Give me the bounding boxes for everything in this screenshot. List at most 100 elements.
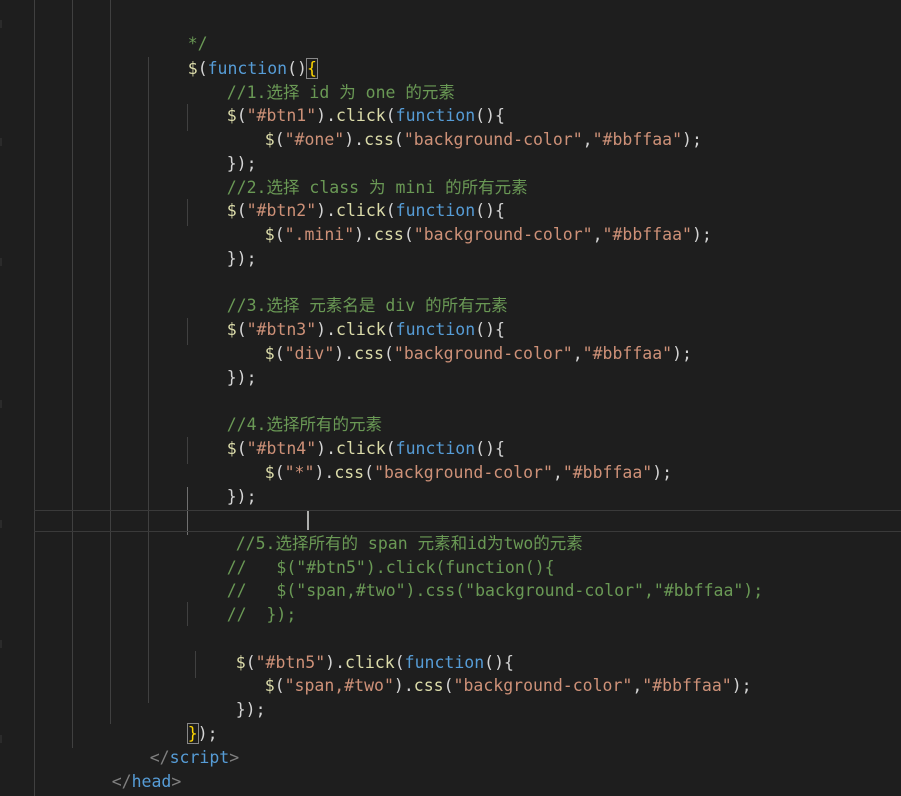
code-line[interactable]: //3.选择 元素名是 div 的所有元素 <box>187 271 508 315</box>
string-token: "background-color" <box>374 463 553 482</box>
punct-token: ( <box>274 225 285 244</box>
string-token: "background-color" <box>413 225 593 244</box>
gutter-marker <box>0 640 2 648</box>
code-line[interactable]: $(function(){ <box>148 34 318 79</box>
code-line[interactable]: $(".mini").css("background-color","#bbff… <box>225 200 712 244</box>
indent-guide <box>72 0 73 748</box>
gutter-marker <box>0 258 2 266</box>
code-line[interactable]: //2.选择 class 为 mini 的所有元素 <box>187 153 528 197</box>
gutter-marker <box>0 400 2 408</box>
code-line[interactable]: // }); <box>187 580 297 624</box>
code-line[interactable]: $("#btn4").click(function(){ <box>187 414 505 458</box>
punct-token: ). <box>314 463 335 482</box>
tag-bracket-token: > <box>229 748 240 767</box>
string-token: "background-color" <box>393 344 573 363</box>
punct-token: ( <box>393 130 404 149</box>
indent-guide <box>110 0 111 724</box>
punct-token: ); <box>731 676 752 695</box>
code-line[interactable]: </head> <box>72 747 182 791</box>
code-line[interactable]: $("div").css("background-color","#bbffaa… <box>225 319 692 363</box>
string-token: "background-color" <box>453 676 633 695</box>
punct-token: }); <box>226 368 257 387</box>
string-token: "#bbffaa" <box>562 463 653 482</box>
gutter-marker <box>0 735 2 743</box>
string-token: ".mini" <box>284 225 355 244</box>
code-line[interactable]: // $("#btn5").click(function(){ <box>187 533 555 577</box>
punct-token: ). <box>393 676 414 695</box>
code-line[interactable]: // $("span,#two").css("background-color"… <box>187 556 763 600</box>
punct-token: ). <box>354 225 375 244</box>
code-line[interactable]: $("span,#two").css("background-color","#… <box>225 651 752 695</box>
punct-token: ( <box>274 676 285 695</box>
code-line[interactable]: <body> <box>72 770 172 796</box>
comment-token: // $("span,#two").css("background-color"… <box>226 581 764 600</box>
gutter-marker <box>0 520 2 528</box>
code-line[interactable]: }); <box>187 129 257 173</box>
method-token: css <box>354 344 384 363</box>
punct-token: , <box>572 344 583 363</box>
method-token: css <box>364 130 394 149</box>
string-token: "*" <box>284 463 315 482</box>
code-line[interactable]: $("#btn1").click(function(){ <box>187 81 505 125</box>
punct-token: , <box>552 463 563 482</box>
punct-token: ( <box>274 344 285 363</box>
code-editor[interactable]: */ $(function(){ //1.选择 id 为 one 的元素 $("… <box>0 0 901 796</box>
code-line[interactable]: }); <box>148 699 218 744</box>
code-line-current[interactable]: //5.选择所有的 span 元素和id为two的元素 <box>196 509 583 553</box>
punct-token: ); <box>672 344 692 363</box>
string-token: "span,#two" <box>284 676 394 695</box>
jquery-token: $ <box>264 130 275 149</box>
indent-guide <box>148 57 149 703</box>
string-token: "#one" <box>284 130 345 149</box>
jquery-token: $ <box>264 344 275 363</box>
method-token: css <box>413 676 444 695</box>
punct-token: ( <box>403 225 414 244</box>
punct-token: ( <box>383 344 394 363</box>
code-line[interactable]: $("#btn2").click(function(){ <box>187 176 505 220</box>
punct-token: ( <box>364 463 375 482</box>
method-token: css <box>334 463 365 482</box>
jquery-token: $ <box>264 463 275 482</box>
code-line[interactable]: </script> <box>110 723 239 767</box>
punct-token: ( <box>274 130 285 149</box>
code-line[interactable]: //4.选择所有的元素 <box>187 390 382 434</box>
code-line[interactable]: }); <box>187 462 257 506</box>
punct-token: ). <box>344 130 365 149</box>
code-line[interactable]: $("*").css("background-color","#bbffaa")… <box>225 438 672 482</box>
jquery-token: $ <box>264 225 275 244</box>
string-token: "#bbffaa" <box>592 130 683 149</box>
punct-token: , <box>582 130 593 149</box>
indent-guide <box>34 0 35 796</box>
punct-token: , <box>592 225 603 244</box>
text-cursor <box>307 511 309 530</box>
comment-token: // }); <box>226 605 297 624</box>
punct-token: ( <box>274 463 285 482</box>
punct-token: , <box>632 676 643 695</box>
code-line[interactable]: }); <box>187 224 257 268</box>
punct-token: ). <box>334 344 355 363</box>
code-line[interactable]: $("#one").css("background-color","#bbffa… <box>225 105 702 149</box>
editor-gutter <box>0 0 10 796</box>
code-line[interactable]: $("#btn5").click(function(){ <box>196 628 514 672</box>
string-token: "#bbffaa" <box>642 676 732 695</box>
code-line[interactable]: //1.选择 id 为 one 的元素 <box>187 58 455 102</box>
gutter-marker <box>0 138 2 146</box>
code-line[interactable]: }); <box>187 343 257 387</box>
punct-token: ); <box>691 225 712 244</box>
method-token: css <box>374 225 404 244</box>
tag-bracket-token: > <box>171 772 182 791</box>
string-token: "background-color" <box>403 130 583 149</box>
punct-token: ( <box>443 676 454 695</box>
punct-token: }); <box>235 700 266 719</box>
code-line[interactable]: }); <box>196 675 266 719</box>
jquery-token: $ <box>264 676 275 695</box>
string-token: "#bbffaa" <box>602 225 692 244</box>
punct-token: ); <box>652 463 673 482</box>
string-token: "div" <box>284 344 335 363</box>
code-line[interactable]: $("#btn3").click(function(){ <box>187 295 505 339</box>
string-token: "#bbffaa" <box>582 344 673 363</box>
code-line[interactable]: */ <box>148 9 208 53</box>
gutter-marker <box>0 20 2 28</box>
punct-token: }); <box>226 249 257 268</box>
punct-token: ); <box>682 130 702 149</box>
